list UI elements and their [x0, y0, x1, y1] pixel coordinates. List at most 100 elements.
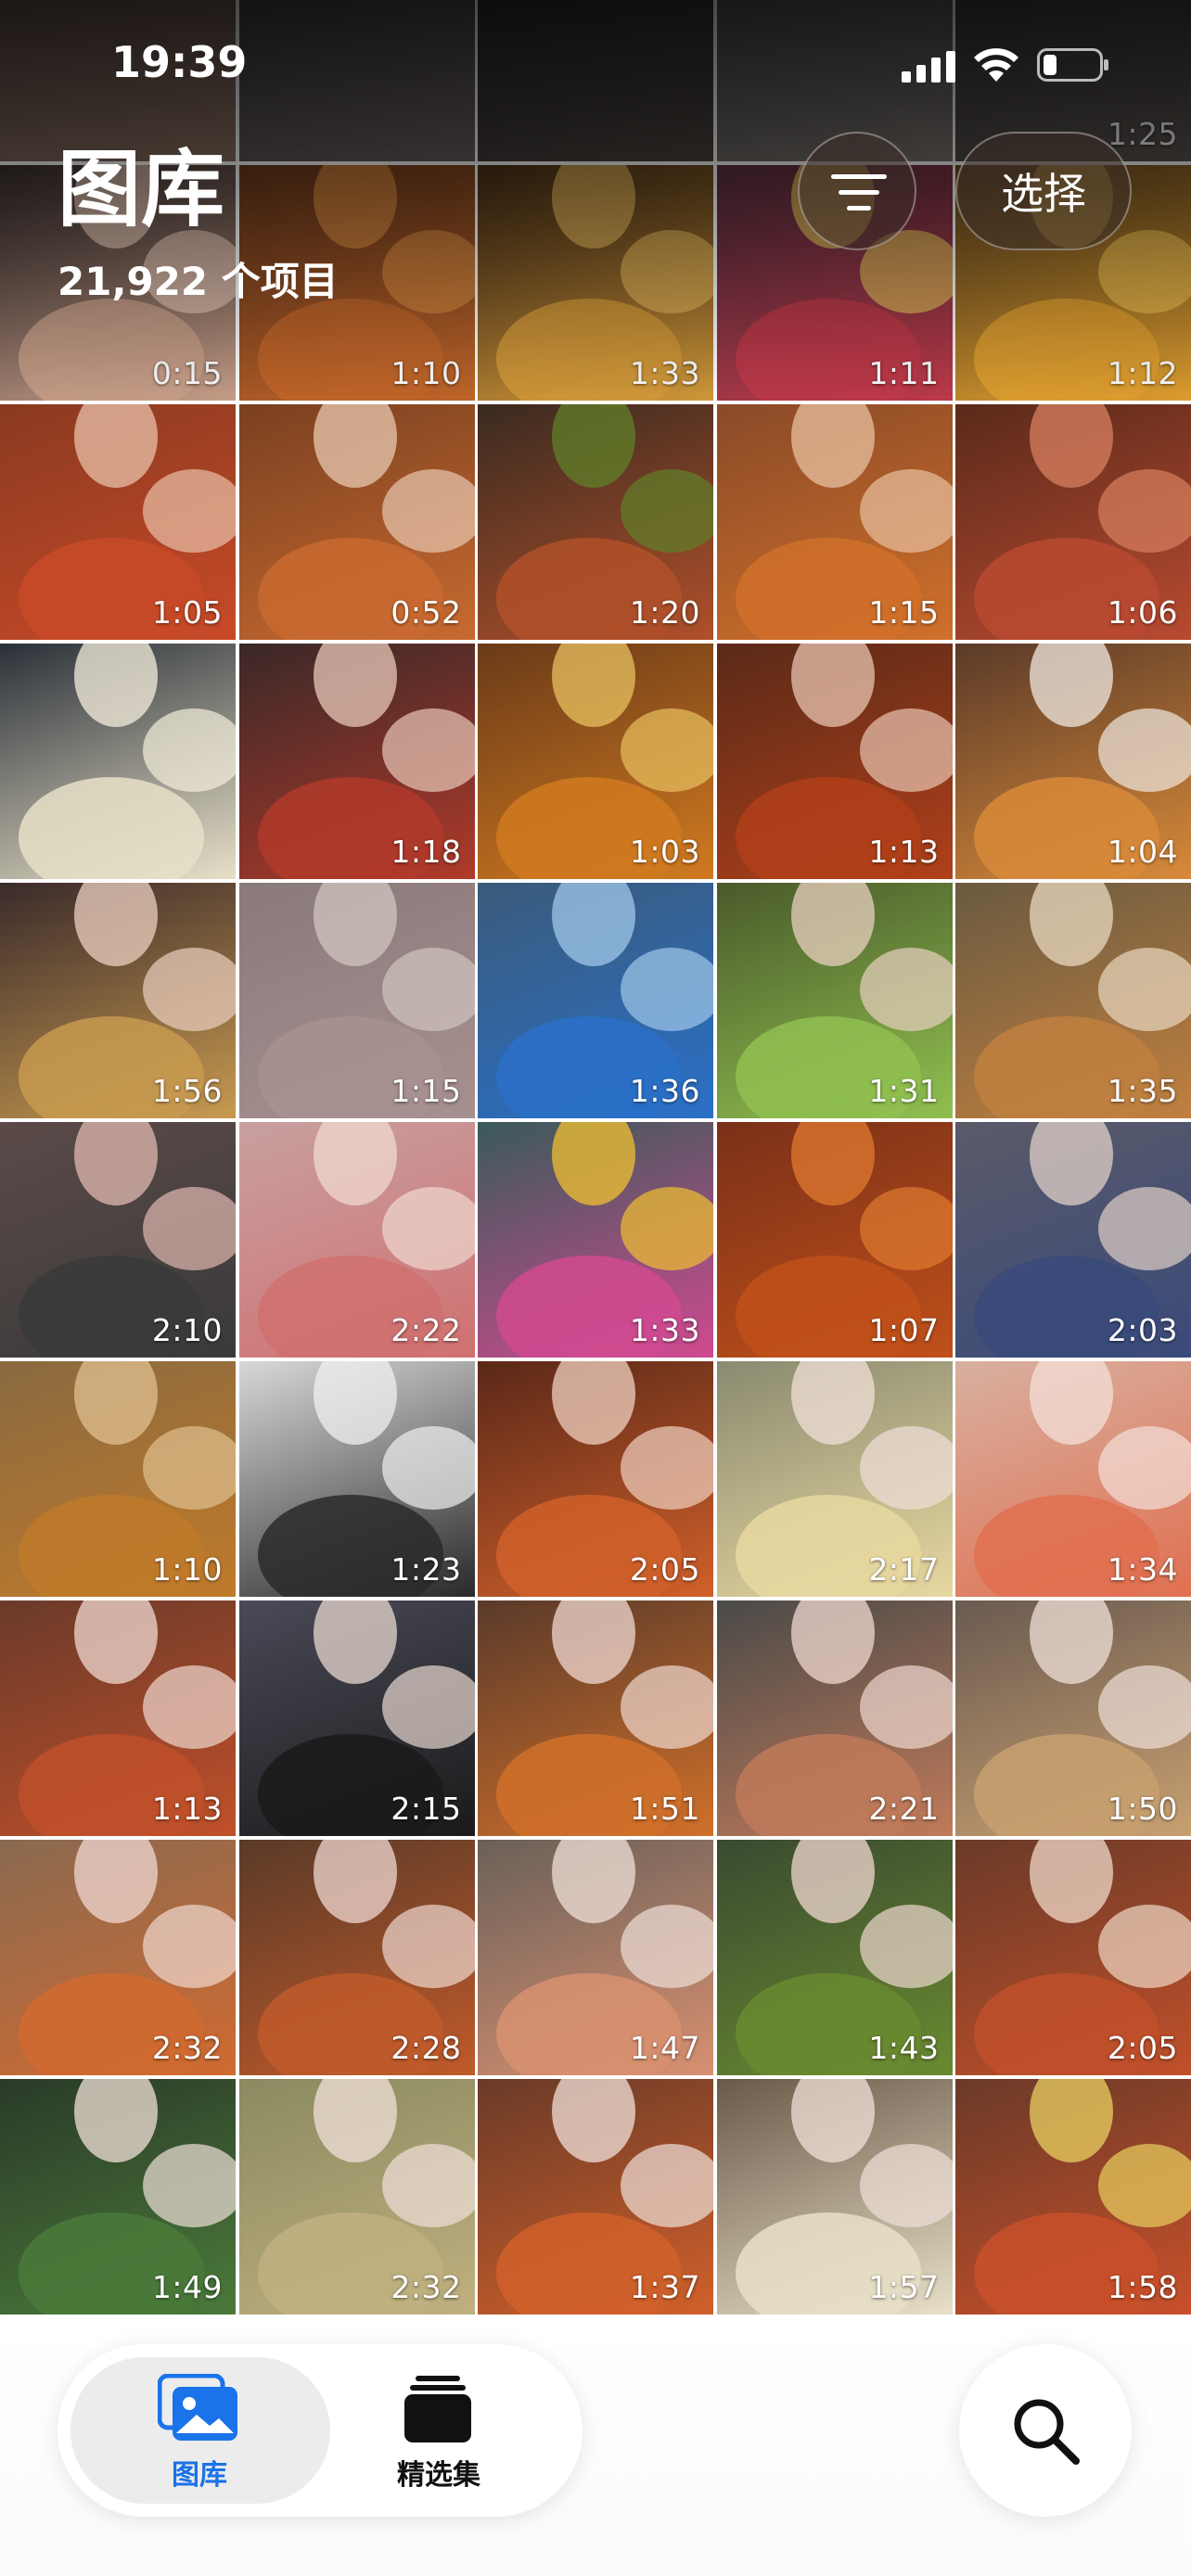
- video-thumbnail[interactable]: 2:32: [238, 2079, 475, 2315]
- video-duration: 1:33: [629, 1312, 700, 1348]
- search-button[interactable]: [959, 2344, 1132, 2517]
- thumbnail-image: [621, 1187, 713, 1270]
- video-thumbnail[interactable]: 1:13: [0, 1600, 236, 1836]
- video-duration: 1:04: [1107, 834, 1178, 870]
- video-thumbnail[interactable]: 2:17: [716, 1361, 953, 1597]
- video-thumbnail[interactable]: 1:58: [955, 2079, 1191, 2315]
- video-thumbnail[interactable]: 1:05: [0, 404, 236, 640]
- video-duration: 1:49: [151, 2269, 223, 2305]
- tab-collections-label[interactable]: 精选集: [369, 2452, 508, 2493]
- video-duration: 0:15: [151, 355, 223, 391]
- video-duration: 1:18: [391, 834, 462, 870]
- thumbnail-image: [1098, 1187, 1191, 1270]
- video-thumbnail[interactable]: 1:43: [716, 1840, 953, 2075]
- video-thumbnail[interactable]: 1:15: [716, 404, 953, 640]
- photo-grid: 1:25 0:15 1:10 1:33 1:11 1:12 1:05 0:52 1:20 1:15…: [0, 0, 1191, 2315]
- thumbnail-image: [1098, 2144, 1191, 2227]
- video-thumbnail[interactable]: 1:51: [478, 1600, 713, 1836]
- video-thumbnail[interactable]: 1:15: [238, 883, 475, 1118]
- video-thumbnail[interactable]: [0, 644, 236, 879]
- video-thumbnail[interactable]: 1:06: [955, 404, 1191, 640]
- video-duration: 1:51: [629, 1791, 700, 1827]
- video-duration: 2:21: [868, 1791, 940, 1827]
- video-thumbnail[interactable]: 1:35: [955, 883, 1191, 1118]
- thumbnail-image: [621, 469, 713, 553]
- video-duration: 1:15: [391, 1073, 462, 1109]
- video-thumbnail[interactable]: 1:47: [478, 1840, 713, 2075]
- video-duration: 1:35: [1107, 1073, 1178, 1109]
- thumbnail-image: [143, 1187, 236, 1270]
- video-duration: 2:28: [391, 2030, 462, 2066]
- video-duration: 1:37: [629, 2269, 700, 2305]
- thumbnail-image: [1098, 708, 1191, 792]
- thumbnail-image: [143, 1905, 236, 1988]
- video-duration: 1:11: [868, 355, 940, 391]
- video-duration: 0:52: [391, 594, 462, 631]
- video-duration: 2:05: [629, 1551, 700, 1588]
- search-icon: [1014, 2399, 1080, 2465]
- thumbnail-image: [1098, 1905, 1191, 1988]
- video-thumbnail[interactable]: 1:10: [0, 1361, 236, 1597]
- cellular-signal-icon: [902, 51, 955, 83]
- wifi-icon: [974, 48, 1018, 82]
- video-duration: 1:07: [868, 1312, 940, 1348]
- video-thumbnail[interactable]: 2:21: [716, 1600, 953, 1836]
- video-thumbnail[interactable]: 2:03: [955, 1122, 1191, 1358]
- video-duration: 1:33: [629, 355, 700, 391]
- thumbnail-image: [143, 948, 236, 1031]
- thumbnail-image: [143, 1426, 236, 1510]
- video-thumbnail[interactable]: 1:56: [0, 883, 236, 1118]
- video-thumbnail[interactable]: 2:22: [238, 1122, 475, 1358]
- video-thumbnail[interactable]: 1:31: [716, 883, 953, 1118]
- video-duration: 1:10: [391, 355, 462, 391]
- video-thumbnail[interactable]: 2:32: [0, 1840, 236, 2075]
- video-duration: 1:34: [1107, 1551, 1178, 1588]
- video-thumbnail[interactable]: 1:36: [478, 883, 713, 1118]
- video-thumbnail[interactable]: 1:04: [955, 644, 1191, 879]
- video-duration: 2:15: [391, 1791, 462, 1827]
- video-duration: 1:10: [151, 1551, 223, 1588]
- video-thumbnail[interactable]: 1:07: [716, 1122, 953, 1358]
- video-duration: 1:47: [629, 2030, 700, 2066]
- video-duration: 1:50: [1107, 1791, 1178, 1827]
- video-thumbnail[interactable]: 1:23: [238, 1361, 475, 1597]
- video-thumbnail[interactable]: 2:10: [0, 1122, 236, 1358]
- video-duration: 1:03: [629, 834, 700, 870]
- thumbnail-image: [143, 1665, 236, 1749]
- video-thumbnail[interactable]: 1:49: [0, 2079, 236, 2315]
- video-thumbnail[interactable]: 1:34: [955, 1361, 1191, 1597]
- video-thumbnail[interactable]: 2:15: [238, 1600, 475, 1836]
- video-duration: 2:32: [391, 2269, 462, 2305]
- select-button[interactable]: 选择: [955, 132, 1132, 250]
- thumbnail-image: [621, 1665, 713, 1749]
- video-thumbnail[interactable]: 0:52: [238, 404, 475, 640]
- photo-library-icon: [158, 2374, 237, 2441]
- video-thumbnail[interactable]: 1:50: [955, 1600, 1191, 1836]
- item-count: 21,922 个项目: [58, 259, 339, 304]
- video-thumbnail[interactable]: 1:13: [716, 644, 953, 879]
- thumbnail-image: [621, 230, 713, 313]
- video-duration: 1:23: [391, 1551, 462, 1588]
- thumbnail-image: [621, 2144, 713, 2227]
- thumbnail-image: [1098, 1665, 1191, 1749]
- filter-lines-icon: [831, 174, 887, 210]
- video-thumbnail[interactable]: 1:18: [238, 644, 475, 879]
- filter-button[interactable]: [798, 132, 916, 250]
- video-thumbnail[interactable]: 1:20: [478, 404, 713, 640]
- video-thumbnail[interactable]: 2:28: [238, 1840, 475, 2075]
- video-duration: 1:31: [868, 1073, 940, 1109]
- video-duration: 2:32: [151, 2030, 223, 2066]
- stack-collections-icon[interactable]: [403, 2374, 473, 2444]
- video-thumbnail[interactable]: 1:33: [478, 1122, 713, 1358]
- video-duration: 1:12: [1107, 355, 1178, 391]
- tab-library-label: 图库: [172, 2459, 227, 2492]
- video-thumbnail[interactable]: 2:05: [955, 1840, 1191, 2075]
- video-thumbnail[interactable]: 2:05: [478, 1361, 713, 1597]
- video-thumbnail[interactable]: 1:57: [716, 2079, 953, 2315]
- video-thumbnail[interactable]: 1:37: [478, 2079, 713, 2315]
- video-duration: 1:56: [151, 1073, 223, 1109]
- video-duration: 1:13: [151, 1791, 223, 1827]
- video-thumbnail[interactable]: 1:33: [478, 165, 713, 401]
- battery-icon: [1037, 48, 1108, 82]
- video-thumbnail[interactable]: 1:03: [478, 644, 713, 879]
